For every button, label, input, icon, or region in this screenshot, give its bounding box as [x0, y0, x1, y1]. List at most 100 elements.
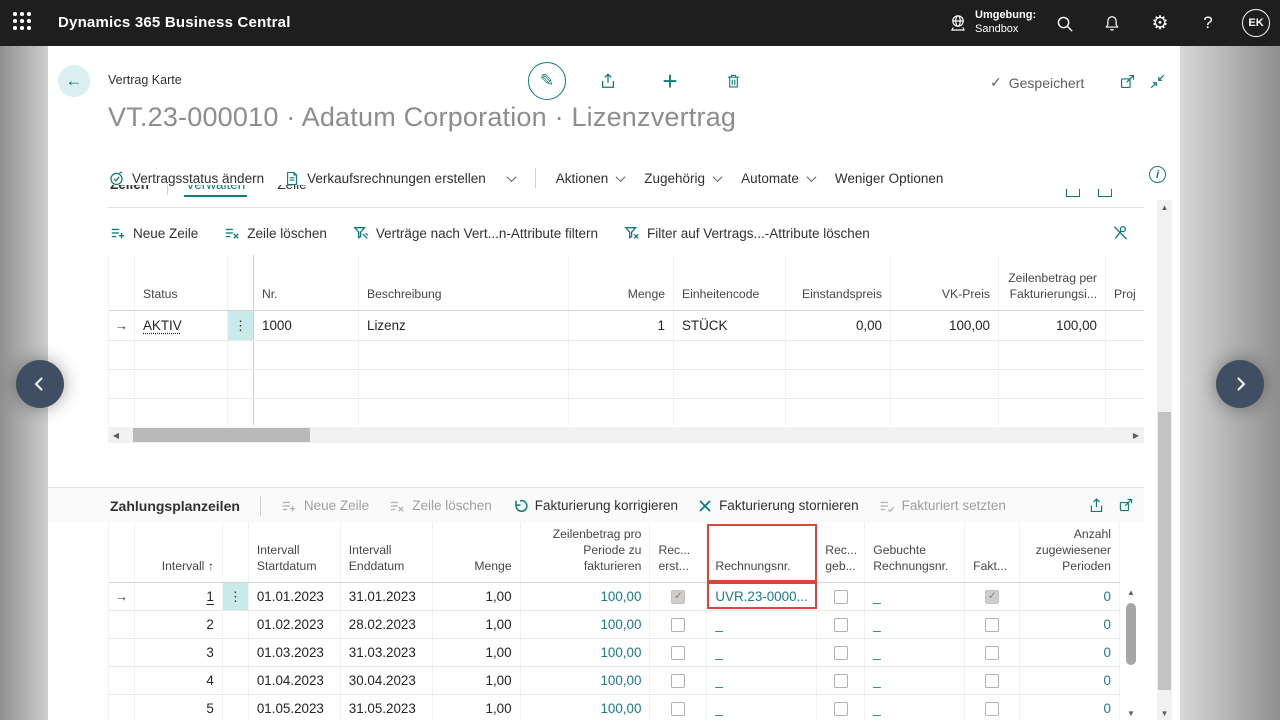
delete-trash-icon[interactable] [722, 70, 744, 92]
app-title[interactable]: Dynamics 365 Business Central [58, 14, 291, 31]
help-icon[interactable]: ? [1196, 11, 1220, 35]
col-header-menge[interactable]: Menge [433, 522, 521, 582]
col-header-einheitencode[interactable]: Einheitencode [674, 255, 786, 310]
cell-enddatum[interactable]: 31.01.2023 [341, 583, 433, 610]
cell-rechnungsnr[interactable]: _ [707, 695, 817, 720]
less-options-button[interactable]: Weniger Optionen [835, 171, 944, 186]
correct-invoicing-button[interactable]: Fakturierung korrigieren [512, 498, 678, 514]
share-icon[interactable] [1088, 497, 1106, 515]
cell-startdatum[interactable]: 01.01.2023 [249, 583, 341, 610]
cell-intervall[interactable]: 5 [135, 695, 223, 720]
col-header-status[interactable]: Status [135, 255, 228, 310]
checkbox[interactable] [834, 702, 848, 716]
cell-gebuchte-rechnungsnr[interactable]: _ [865, 695, 965, 720]
cell-rechnungsnr[interactable]: _ [707, 667, 817, 694]
payment-delete-line-button[interactable]: Zeile löschen [389, 498, 492, 514]
cell-gebuchte-rechnungsnr[interactable]: _ [865, 639, 965, 666]
cell-einstandspreis[interactable]: 0,00 [786, 311, 891, 340]
col-header-anzahl-perioden[interactable]: Anzahl zugewiesener Perioden [1020, 522, 1120, 582]
scroll-up-icon[interactable]: ▲ [1157, 200, 1172, 214]
cell-menu[interactable] [223, 695, 249, 720]
scroll-up-icon[interactable]: ▲ [1124, 585, 1138, 599]
tab-verwalten[interactable]: Verwalten [184, 185, 247, 197]
cell-menge[interactable]: 1,00 [433, 583, 521, 610]
col-header-gebuchte-rechnungsnr[interactable]: Gebuchte Rechnungsnr. [865, 522, 965, 582]
payment-lines-title[interactable]: Zahlungsplanzeilen [110, 498, 240, 514]
checkbox[interactable] [671, 618, 685, 632]
col-header-rechnungsnr[interactable]: Rechnungsnr. [707, 522, 817, 582]
payment-table-scrollbar[interactable]: ▲ ▼ [1124, 585, 1138, 720]
horizontal-scrollbar-thumb[interactable] [133, 428, 310, 442]
cell-startdatum[interactable]: 01.02.2023 [249, 611, 341, 638]
cell-gebuchte-rechnungsnr[interactable]: _ [865, 611, 965, 638]
cell-zeilenbetrag[interactable]: 100,00 [521, 611, 651, 638]
horizontal-scrollbar[interactable]: ◀ ▶ [108, 427, 1144, 443]
share-icon[interactable] [597, 70, 619, 92]
cell-anzahl[interactable]: 0 [1020, 667, 1120, 694]
cell-anzahl[interactable]: 0 [1020, 583, 1120, 610]
col-header-nr[interactable]: Nr. [254, 255, 359, 310]
checkbox[interactable] [671, 674, 685, 688]
back-button[interactable]: ← [58, 65, 90, 97]
new-document-icon[interactable]: + [659, 70, 681, 92]
checkbox[interactable] [671, 702, 685, 716]
cell-zeilenbetrag[interactable]: 100,00 [521, 583, 651, 610]
cell-proj[interactable] [1106, 311, 1144, 340]
cell-enddatum[interactable]: 30.04.2023 [341, 667, 433, 694]
col-header-proj[interactable]: Proj [1106, 255, 1144, 310]
cell-intervall[interactable]: 4 [135, 667, 223, 694]
menu-zugehoerig[interactable]: Zugehörig [644, 171, 721, 186]
col-header-fakt[interactable]: Fakt... [965, 522, 1020, 582]
checkbox[interactable] [985, 618, 999, 632]
checkbox[interactable] [985, 590, 999, 604]
cell-rechnungsnr[interactable]: _ [707, 639, 817, 666]
clipped-share-icon[interactable] [1066, 189, 1080, 197]
delete-line-button[interactable]: Zeile löschen [224, 225, 327, 241]
clipped-expand-icon[interactable] [1098, 189, 1112, 197]
empty-row[interactable] [109, 370, 1144, 399]
change-contract-status-button[interactable]: Vertragsstatus ändern [108, 170, 264, 187]
open-in-window-icon[interactable] [1118, 497, 1136, 515]
payment-new-line-button[interactable]: Neue Zeile [281, 498, 369, 514]
cell-menu[interactable] [223, 667, 249, 694]
cell-gebuchte-rechnungsnr[interactable]: _ [865, 667, 965, 694]
row-menu-icon[interactable]: ⋮ [223, 583, 249, 610]
cell-enddatum[interactable]: 31.05.2023 [341, 695, 433, 720]
status-value[interactable]: AKTIV [143, 318, 182, 333]
scroll-down-icon[interactable]: ▼ [1157, 706, 1172, 720]
cell-menge[interactable]: 1,00 [433, 611, 521, 638]
cell-einheitencode[interactable]: STÜCK [674, 311, 786, 340]
cell-enddatum[interactable]: 31.03.2023 [341, 639, 433, 666]
cell-anzahl[interactable]: 0 [1020, 695, 1120, 720]
cell-gebuchte-rechnungsnr[interactable]: _ [865, 583, 965, 610]
open-in-window-icon[interactable] [1116, 70, 1138, 92]
checkbox[interactable] [834, 590, 848, 604]
previous-record-button[interactable] [16, 360, 64, 408]
cell-enddatum[interactable]: 28.02.2023 [341, 611, 433, 638]
checkbox[interactable] [671, 646, 685, 660]
cell-menge[interactable]: 1,00 [433, 695, 521, 720]
cell-vk-preis[interactable]: 100,00 [891, 311, 999, 340]
tab-zeile[interactable]: Zeile [275, 185, 308, 197]
cell-anzahl[interactable]: 0 [1020, 611, 1120, 638]
cell-zeilenbetrag[interactable]: 100,00 [521, 667, 651, 694]
cell-zeilenbetrag[interactable]: 100,00 [521, 639, 651, 666]
checkbox[interactable] [834, 646, 848, 660]
page-scrollbar-thumb[interactable] [1158, 412, 1171, 690]
cell-anzahl[interactable]: 0 [1020, 639, 1120, 666]
col-header-enddatum[interactable]: Intervall Enddatum [341, 522, 433, 582]
cell-startdatum[interactable]: 01.03.2023 [249, 639, 341, 666]
info-icon[interactable]: i [1149, 166, 1166, 183]
checkbox[interactable] [671, 590, 685, 604]
cell-menu[interactable] [223, 611, 249, 638]
col-header-zeilenbetrag-periode[interactable]: Zeilenbetrag pro Periode zu fakturieren [521, 522, 651, 582]
next-record-button[interactable] [1216, 360, 1264, 408]
more-actions-chevron-icon[interactable] [506, 172, 516, 182]
empty-row[interactable] [109, 341, 1144, 370]
col-header-vk-preis[interactable]: VK-Preis [891, 255, 999, 310]
cell-menge[interactable]: 1,00 [433, 639, 521, 666]
scroll-right-icon[interactable]: ▶ [1128, 427, 1144, 443]
create-sales-invoices-button[interactable]: Verkaufsrechnungen erstellen [284, 170, 486, 187]
set-invoiced-button[interactable]: Fakturiert setzten [879, 498, 1006, 514]
col-header-rec-erst[interactable]: Rec... erst... [650, 522, 707, 582]
